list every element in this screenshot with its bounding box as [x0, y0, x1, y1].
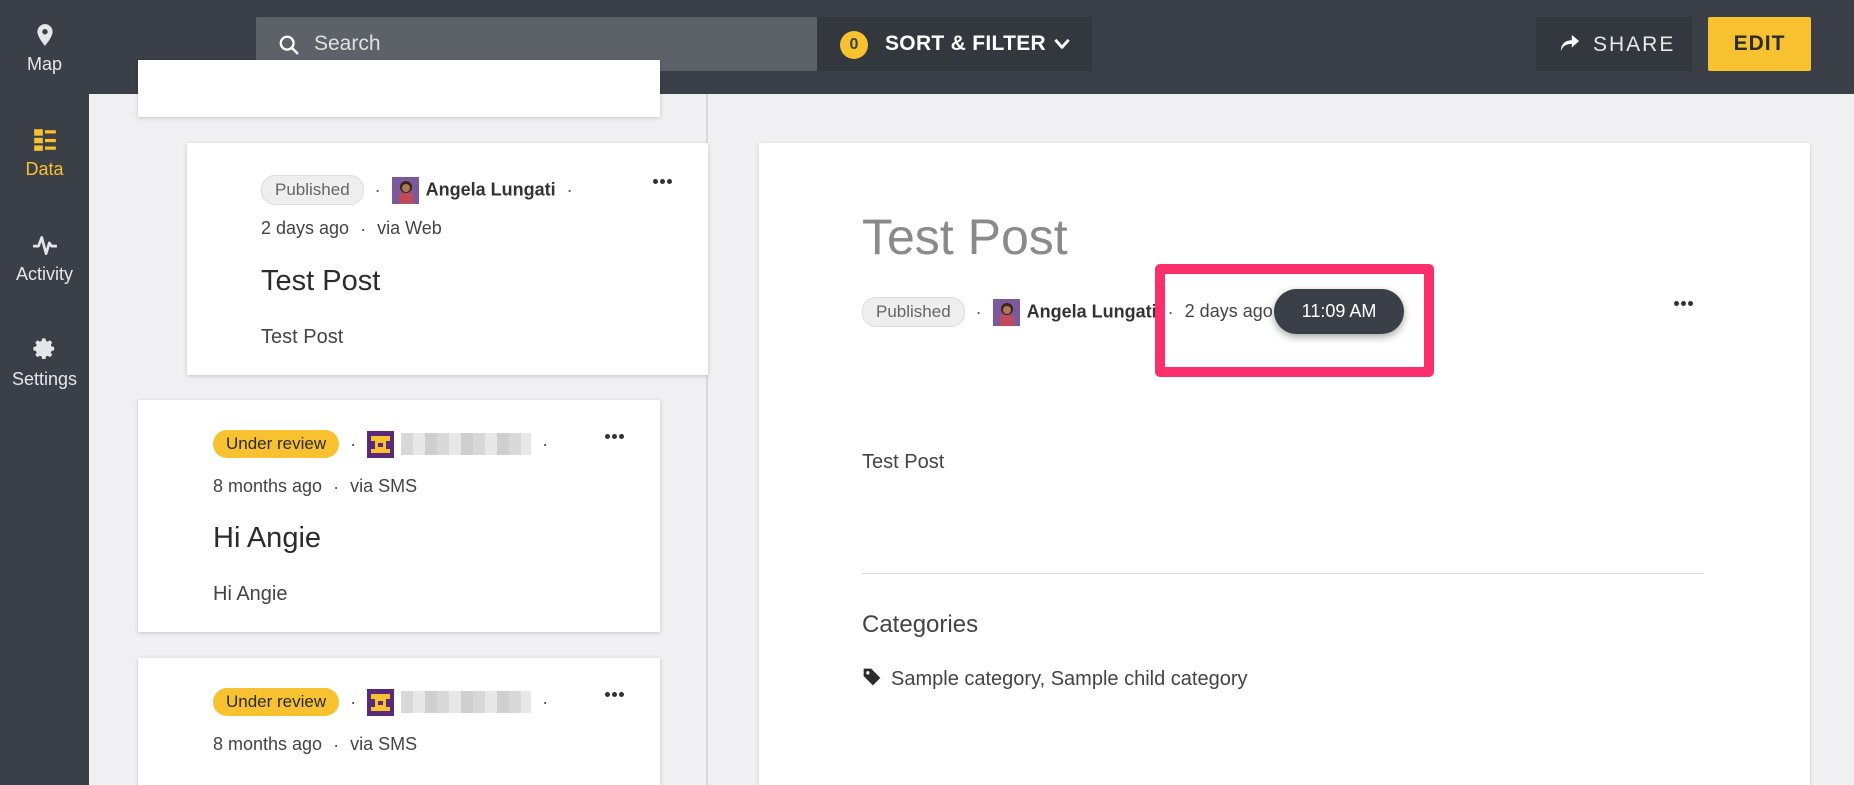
post-time: 2 days ago · via Web [261, 218, 442, 239]
post-title[interactable]: Test Post [261, 265, 380, 298]
filter-count-badge: 0 [840, 31, 868, 59]
post-time: 8 months ago · via SMS [213, 734, 418, 755]
post-meta: Under review · · [213, 688, 559, 716]
sort-filter-label: SORT & FILTER [885, 32, 1046, 55]
sidebar-item-activity[interactable]: Activity [0, 232, 89, 285]
post-body: Hi Angie [213, 583, 288, 605]
list-item[interactable]: Published · Angela Lungati · 2 days ago · via… [187, 143, 708, 375]
sidebar-item-label: Data [25, 159, 64, 179]
activity-pulse-icon [32, 236, 57, 256]
sidebar-item-label: Map [26, 54, 62, 74]
status-badge: Published [862, 297, 965, 327]
sidebar: Map Data Activity Settings [0, 0, 89, 785]
post-title[interactable]: Hi Angie [213, 522, 321, 555]
sidebar-item-label: Settings [11, 369, 78, 389]
more-options-icon[interactable] [605, 690, 627, 698]
detail-body: Test Post [862, 451, 945, 473]
categories-values: Sample category, Sample child category [891, 668, 1248, 690]
redacted-author [401, 691, 532, 713]
list-item[interactable]: Under review · · 8 months ago · via SMS Hi A… [138, 400, 660, 632]
post-meta: Under review · · [213, 430, 559, 458]
sidebar-item-data[interactable]: Data [0, 127, 89, 180]
post-age: 2 days ago [261, 218, 350, 238]
share-arrow-icon [1560, 34, 1580, 52]
author-name: Angela Lungati [425, 179, 556, 200]
post-source: via Web [377, 218, 442, 238]
chevron-down-icon [1054, 38, 1070, 49]
list-item[interactable]: Under review · · 8 months ago · via SMS [138, 658, 660, 785]
avatar [367, 430, 395, 458]
share-button[interactable]: SHARE [1536, 17, 1692, 71]
list-item[interactable] [138, 60, 660, 117]
categories-heading: Categories [862, 611, 979, 638]
more-options-icon[interactable] [653, 177, 675, 185]
map-pin-icon [36, 24, 53, 46]
post-detail-panel: Test Post Published · Angela Lungati · 2 day… [759, 143, 1810, 785]
redacted-author [401, 433, 532, 455]
sidebar-item-label: Activity [15, 264, 73, 284]
post-time: 8 months ago · via SMS [213, 476, 418, 497]
more-options-icon[interactable] [605, 432, 627, 440]
sidebar-item-settings[interactable]: Settings [0, 337, 89, 390]
share-label: SHARE [1593, 33, 1676, 56]
avatar [391, 176, 419, 204]
categories-list: Sample category, Sample child category [862, 667, 1247, 691]
avatar [367, 688, 395, 716]
data-list-icon [33, 129, 56, 151]
post-source: via SMS [350, 476, 418, 496]
sort-filter-button[interactable]: 0 SORT & FILTER [817, 17, 1092, 71]
edit-button[interactable]: EDIT [1708, 17, 1811, 71]
post-meta: Published · Angela Lungati · [261, 175, 584, 205]
post-source: via SMS [350, 734, 418, 754]
author-name: Angela Lungati [1026, 301, 1157, 322]
status-badge: Under review [213, 688, 340, 716]
status-badge: Under review [213, 430, 340, 458]
tag-icon [863, 668, 881, 686]
post-age: 8 months ago [213, 476, 323, 496]
highlight-box [1155, 264, 1434, 377]
post-age: 8 months ago [213, 734, 323, 754]
gear-icon [32, 338, 54, 360]
divider [862, 573, 1704, 574]
status-badge: Published [261, 175, 364, 205]
post-body: Test Post [261, 326, 344, 348]
sidebar-item-map[interactable]: Map [0, 22, 89, 75]
more-options-icon[interactable] [1674, 299, 1696, 307]
search-icon [279, 35, 299, 55]
avatar [992, 298, 1020, 326]
detail-title: Test Post [862, 209, 1068, 265]
